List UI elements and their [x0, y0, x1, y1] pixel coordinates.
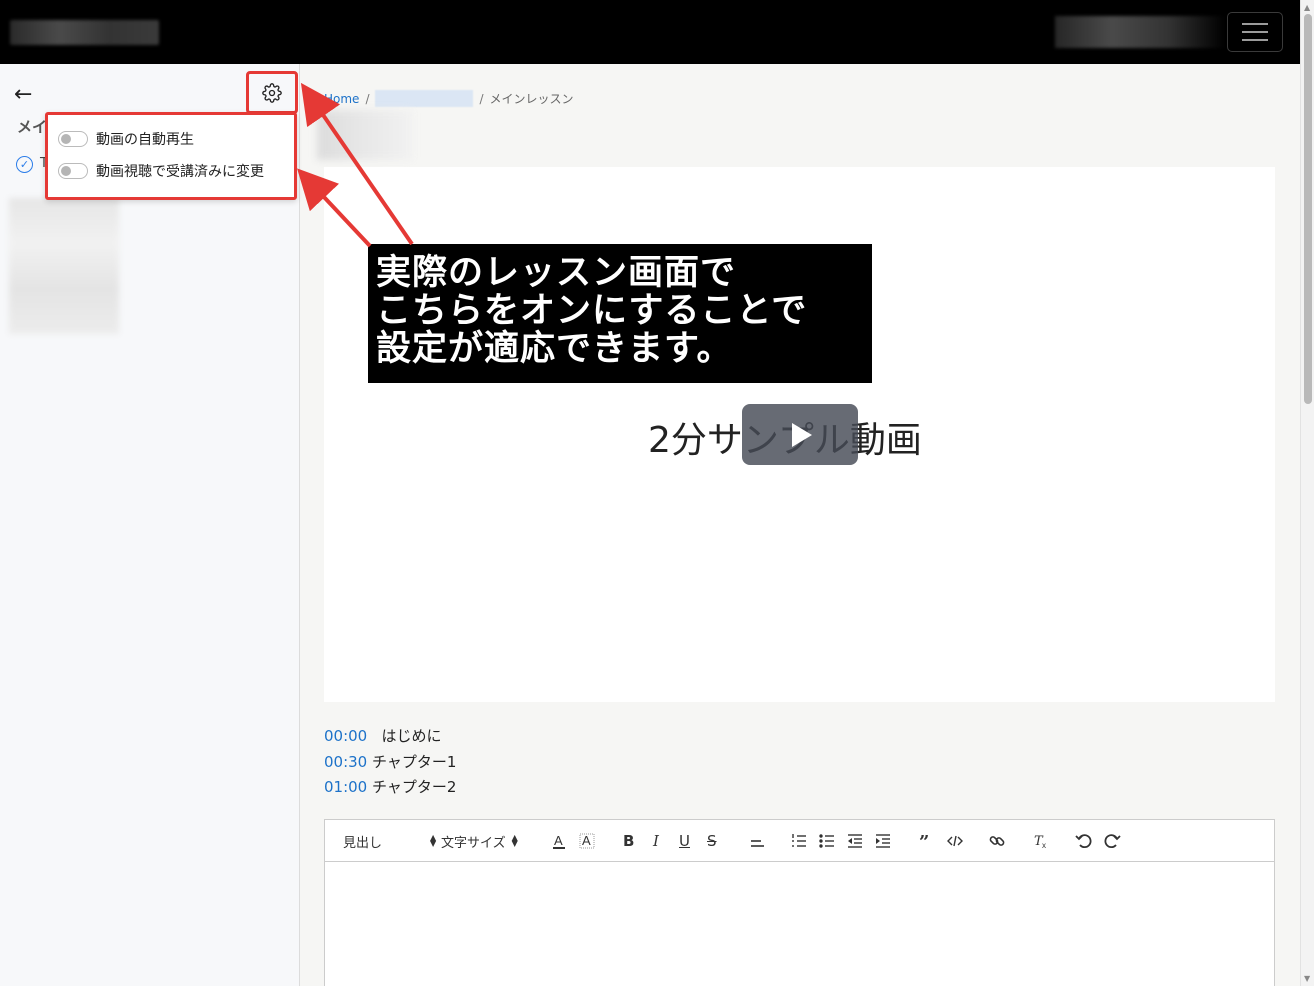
fontsize-select-label: 文字サイズ [441, 835, 506, 851]
arrow-to-menu [297, 168, 372, 248]
scrollbar-thumb[interactable] [1304, 14, 1312, 404]
svg-text:A: A [554, 833, 563, 848]
background-color-icon: A [579, 833, 595, 849]
chapter-time[interactable]: 00:00 [324, 727, 367, 745]
outdent-button[interactable] [847, 820, 863, 862]
chapter-list: 00:00 はじめに 00:30 チャプター1 01:00 チャプター2 [324, 724, 456, 801]
page-scrollbar[interactable]: ▲ ▼ [1300, 0, 1314, 986]
redo-button[interactable] [1103, 820, 1121, 862]
indent-icon [876, 834, 890, 848]
quote-icon: ” [919, 833, 929, 849]
code-button[interactable] [947, 820, 963, 862]
chapter-time[interactable]: 01:00 [324, 778, 367, 796]
ordered-list-icon [792, 834, 806, 847]
svg-text:x: x [1042, 841, 1046, 849]
ordered-list-button[interactable] [791, 820, 807, 862]
heading-select[interactable]: 見出し ▲ ▼ [343, 820, 436, 862]
bullet-list-icon [819, 834, 834, 848]
chapter-name: チャプター2 [372, 778, 457, 796]
code-icon [947, 835, 963, 847]
chapter-time[interactable]: 00:30 [324, 753, 367, 771]
chapter-item: 00:00 はじめに [324, 724, 456, 750]
svg-text:A: A [582, 833, 591, 848]
chapter-name: チャプター1 [372, 752, 457, 771]
bold-button[interactable]: B [623, 820, 634, 862]
bullet-list-button[interactable] [819, 820, 835, 862]
underline-button[interactable]: U [679, 820, 690, 862]
italic-button[interactable]: I [653, 820, 659, 862]
scroll-up-icon[interactable]: ▲ [1304, 3, 1310, 12]
blockquote-button[interactable]: ” [919, 820, 935, 862]
chapter-item: 00:30 チャプター1 [324, 750, 456, 776]
outdent-icon [848, 834, 862, 848]
align-button[interactable] [749, 820, 765, 862]
editor-content-area[interactable] [325, 862, 1274, 986]
chapter-name: はじめに [381, 727, 442, 745]
text-color-button[interactable]: A [551, 820, 567, 862]
background-color-button[interactable]: A [579, 820, 595, 862]
clear-format-button[interactable]: Tx [1033, 820, 1049, 862]
align-left-icon [751, 840, 764, 847]
indent-button[interactable] [875, 820, 891, 862]
clear-format-icon: Tx [1034, 834, 1046, 849]
heading-select-label: 見出し [343, 835, 383, 851]
link-icon [989, 836, 1005, 846]
rich-text-editor: 見出し ▲ ▼ 文字サイズ ▲ ▼ A A B I U S ” T x [324, 819, 1275, 986]
fontsize-select[interactable]: 文字サイズ ▲ ▼ [441, 820, 518, 862]
scroll-down-icon[interactable]: ▼ [1304, 974, 1310, 983]
select-caret-icon: ▲ ▼ [511, 833, 518, 848]
arrow-to-gear [300, 82, 414, 246]
strikethrough-button[interactable]: S [707, 820, 717, 862]
chapter-item: 01:00 チャプター2 [324, 775, 456, 801]
editor-toolbar: 見出し ▲ ▼ 文字サイズ ▲ ▼ A A B I U S ” T x [325, 820, 1274, 862]
undo-button[interactable] [1075, 820, 1093, 862]
undo-icon [1075, 834, 1092, 849]
select-caret-icon: ▲ ▼ [430, 833, 437, 848]
text-color-icon: A [553, 833, 565, 849]
link-button[interactable] [989, 820, 1005, 862]
svg-text:”: ” [919, 833, 929, 849]
redo-icon [1104, 834, 1121, 849]
